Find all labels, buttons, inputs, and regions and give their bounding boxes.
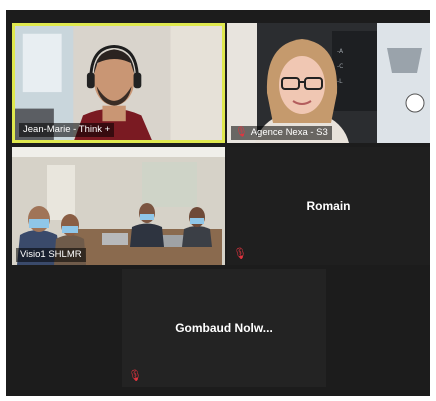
participant-name: Romain	[306, 199, 351, 213]
participant-name: Gombaud Nolw...	[175, 321, 273, 335]
participant-name: Agence Nexa - S3	[250, 127, 328, 138]
participant-tile-romain[interactable]: Romain 🎙︎	[227, 147, 430, 265]
svg-text:-L: -L	[337, 78, 343, 85]
participant-name-tag: Jean-Marie - Think +	[19, 123, 115, 137]
participant-tile-visio1-shlmr[interactable]: Visio1 SHLMR	[12, 147, 225, 265]
mic-muted-icon: 🎙︎	[128, 370, 142, 382]
mic-muted-icon: 🎙︎	[233, 248, 247, 260]
mic-muted-icon: 🎙︎	[235, 127, 248, 138]
participant-name-tag: 🎙︎ Agence Nexa - S3	[231, 126, 332, 140]
participant-name-tag: Visio1 SHLMR	[16, 248, 86, 262]
participant-name: Visio1 SHLMR	[20, 249, 82, 260]
participant-name: Jean-Marie - Think +	[23, 124, 111, 135]
participant-tile-agence-nexa[interactable]: -A -C -L 🎙︎ Agence Nexa - S3	[227, 23, 430, 143]
participant-tile-jean-marie[interactable]: Jean-Marie - Think +	[12, 23, 225, 143]
svg-text:-C: -C	[337, 63, 343, 70]
participant-video-agence-nexa: -A -C -L	[227, 23, 430, 143]
participant-tile-gombaud[interactable]: Gombaud Nolw... 🎙︎	[122, 269, 326, 387]
svg-text:-A: -A	[337, 48, 344, 55]
video-meeting-gallery: Jean-Marie - Think + -A -C -L 🎙︎ Agence …	[6, 10, 430, 396]
